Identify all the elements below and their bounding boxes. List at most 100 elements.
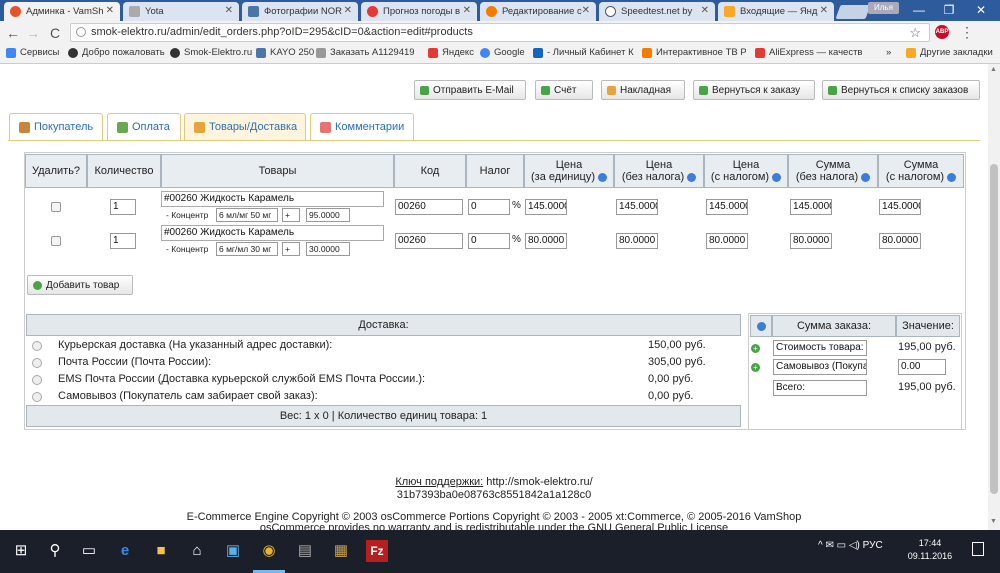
tab-payment[interactable]: Оплата [107,113,181,141]
sum-notax-input[interactable]: 80.0000 [790,233,832,249]
tab-customer[interactable]: Покупатель [9,113,103,141]
total-value-input[interactable]: 0.00 [898,359,946,375]
delivery-radio-russian-post[interactable] [32,358,42,368]
browser-tab-editing[interactable]: Редактирование с ✕ [480,2,596,21]
product-code-input[interactable]: 00260 [395,233,463,249]
windows-start-icon[interactable]: ⊞ [10,540,32,562]
invoice-button[interactable]: Счёт [535,80,593,100]
taskbar-clock[interactable]: 17:44 09.11.2016 [900,537,960,563]
packing-slip-button[interactable]: Накладная [601,80,685,100]
sum-tax-input[interactable]: 80.0000 [879,233,921,249]
quantity-input[interactable]: 1 [110,233,136,249]
price-tax-input[interactable]: 145.0000 [706,199,748,215]
browser-tab-weather[interactable]: Прогноз погоды в ✕ [361,2,477,21]
product-name-input[interactable]: #00260 Жидкость Карамель [161,225,384,241]
attribute-prefix-input[interactable]: + [282,208,300,222]
url-input[interactable]: smok-elektro.ru/admin/edit_orders.php?oI… [70,23,930,42]
tab-comments[interactable]: Комментарии [310,113,414,141]
adblock-icon[interactable]: ABP [935,25,949,39]
back-to-order-button[interactable]: Вернуться к заказу [693,80,815,100]
forward-arrow-icon[interactable]: → [24,24,42,42]
sum-notax-input[interactable]: 145.0000 [790,199,832,215]
notifications-icon[interactable] [972,542,984,556]
quantity-input[interactable]: 1 [110,199,136,215]
tax-input[interactable]: 0 [468,233,510,249]
close-tab-icon[interactable]: ✕ [344,5,352,16]
price-notax-input[interactable]: 145.0000 [616,199,658,215]
info-icon[interactable] [947,172,957,182]
total-title-input[interactable]: Стоимость товара: [773,340,867,356]
minimize-icon[interactable]: — [904,1,934,19]
total-title-input[interactable]: Самовывоз (Покупатель [773,359,867,375]
close-tab-icon[interactable]: ✕ [582,5,590,16]
browser-tab-vk-photos[interactable]: Фотографии NOR ✕ [242,2,358,21]
info-icon[interactable] [756,321,766,331]
scroll-up-icon[interactable]: ▲ [990,66,997,73]
bookmark-yandex[interactable]: Яндекс [428,47,478,58]
product-code-input[interactable]: 00260 [395,199,463,215]
attribute-price-input[interactable]: 30.0000 [306,242,350,256]
page-info-icon[interactable] [76,27,86,37]
add-total-icon[interactable]: + [751,344,760,353]
bookmark-welcome[interactable]: Добро пожаловать [68,47,168,58]
send-email-button[interactable]: Отправить E-Mail [414,80,526,100]
attribute-value-input[interactable]: 6 мг/мл 30 мг [216,242,278,256]
scroll-down-icon[interactable]: ▼ [990,518,997,525]
info-icon[interactable] [687,172,697,182]
chrome-menu-icon[interactable]: ⋮ [960,24,974,41]
photos-app-icon[interactable]: ▤ [294,540,316,562]
reload-icon[interactable]: C [46,24,64,42]
browser-tab-speedtest[interactable]: Speedtest.net by ✕ [599,2,715,21]
price-tax-input[interactable]: 80.0000 [706,233,748,249]
back-arrow-icon[interactable]: ← [4,24,22,42]
delivery-radio-ems[interactable] [32,375,42,385]
attribute-prefix-input[interactable]: + [282,242,300,256]
info-icon[interactable] [598,172,607,182]
archive-app-icon[interactable]: ▦ [330,540,352,562]
sum-tax-input[interactable]: 145.0000 [879,199,921,215]
support-url[interactable]: http://smok-elektro.ru/ [483,476,592,488]
filezilla-icon[interactable]: Fz [366,540,388,562]
price-unit-input[interactable]: 80.0000 [525,233,567,249]
scrollbar-thumb[interactable] [990,164,998,494]
close-tab-icon[interactable]: ✕ [225,5,233,16]
product-name-input[interactable]: #00260 Жидкость Карамель [161,191,384,207]
delivery-radio-pickup[interactable] [32,392,42,402]
system-tray[interactable]: ^ ✉ ▭ ◁) РУС [818,540,883,551]
tab-products-delivery[interactable]: Товары/Доставка [184,113,306,141]
tax-input[interactable]: 0 [468,199,510,215]
store-icon[interactable]: ⌂ [186,540,208,562]
bookmark-cabinet[interactable]: - Личный Кабинет К [533,47,635,58]
add-product-button[interactable]: Добавить товар [27,275,133,295]
bookmark-google[interactable]: Google [480,47,530,58]
close-tab-icon[interactable]: ✕ [463,5,471,16]
info-icon[interactable] [861,172,871,182]
price-unit-input[interactable]: 145.0000 [525,199,567,215]
bookmarks-overflow-button[interactable]: » [886,47,900,58]
mail-app-icon[interactable]: ▣ [222,540,244,562]
back-to-order-list-button[interactable]: Вернуться к списку заказов [822,80,980,100]
attribute-price-input[interactable]: 95.0000 [306,208,350,222]
bookmark-kayo[interactable]: KAYO 250 [256,47,316,58]
bookmark-order[interactable]: Заказать A11294192 [316,47,414,58]
maximize-icon[interactable]: ❐ [934,1,964,19]
total-title-input[interactable]: Всего: [773,380,867,396]
bookmark-star-icon[interactable]: ☆ [909,25,921,41]
attribute-value-input[interactable]: 6 мл/мг 50 мг [216,208,278,222]
new-tab-button[interactable] [835,5,871,19]
profile-badge[interactable]: Илья [868,2,899,14]
delete-checkbox[interactable] [51,236,61,246]
price-notax-input[interactable]: 80.0000 [616,233,658,249]
browser-tab-yota[interactable]: Yota ✕ [123,2,239,21]
file-explorer-icon[interactable]: ■ [150,540,172,562]
bookmark-aliexpress[interactable]: AliExpress — качеств [755,47,865,58]
delivery-radio-courier[interactable] [32,341,42,351]
close-tab-icon[interactable]: ✕ [106,5,114,16]
add-total-icon[interactable]: + [751,363,760,372]
bookmark-smok-elektro[interactable]: Smok-Elektro.ru [170,47,260,58]
task-view-icon[interactable]: ▭ [78,540,100,562]
info-icon[interactable] [772,172,782,182]
browser-tab-admin[interactable]: Админка - VamSh ✕ [4,2,120,21]
close-tab-icon[interactable]: ✕ [820,5,828,16]
delete-checkbox[interactable] [51,202,61,212]
